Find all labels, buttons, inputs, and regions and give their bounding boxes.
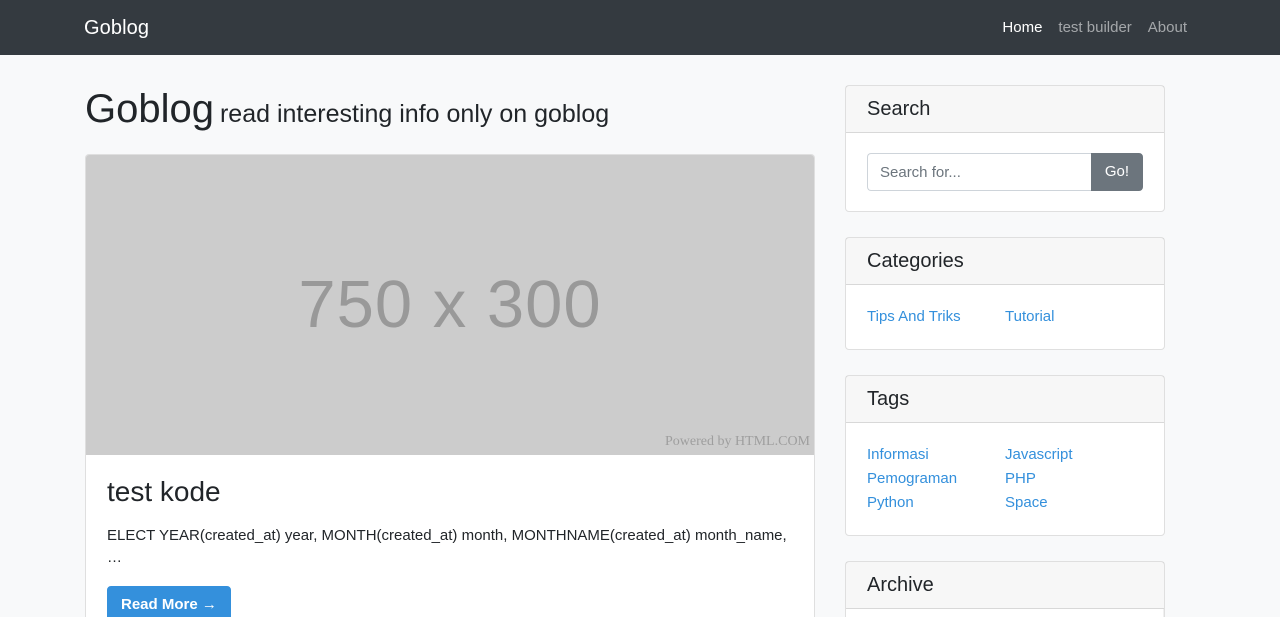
list-item: Tips And Triks xyxy=(867,305,1005,329)
tags-list-right: Javascript PHP Space xyxy=(1005,443,1143,515)
post-title-link[interactable]: test kode xyxy=(107,476,221,507)
archive-panel-title: Archive xyxy=(846,562,1164,609)
page-subtitle: read interesting info only on goblog xyxy=(219,100,610,128)
categories-column-left: Tips And Triks xyxy=(867,305,1005,329)
brand-logo[interactable]: Goblog xyxy=(84,18,149,38)
nav-link-home[interactable]: Home xyxy=(994,20,1050,35)
tag-link-pemograman[interactable]: Pemograman xyxy=(867,468,957,491)
main-column: Goblog read interesting info only on gobl… xyxy=(85,55,815,617)
tags-column-right: Javascript PHP Space xyxy=(1005,443,1143,515)
post-title: test kode xyxy=(107,475,793,509)
tag-link-javascript[interactable]: Javascript xyxy=(1005,444,1073,467)
archive-column-left xyxy=(846,609,1164,617)
archive-panel: Archive xyxy=(845,561,1165,617)
list-item: Pemograman xyxy=(867,467,1005,491)
tag-link-python[interactable]: Python xyxy=(867,492,914,515)
post-excerpt: ELECT YEAR(created_at) year, MONTH(creat… xyxy=(107,526,787,567)
post-image-link[interactable]: 750 x 300 Powered by HTML.COM xyxy=(86,155,814,455)
search-panel-body: Go! xyxy=(846,133,1164,211)
tags-row: Informasi Pemograman Python Javascript P… xyxy=(867,443,1143,515)
tag-link-php[interactable]: PHP xyxy=(1005,468,1036,491)
post-card-body: test kode ELECT YEAR(created_at) year, M… xyxy=(86,455,814,617)
categories-list-left: Tips And Triks xyxy=(867,305,1005,329)
category-link-tips-and-triks[interactable]: Tips And Triks xyxy=(867,306,961,329)
archive-panel-body xyxy=(846,609,1164,617)
categories-row: Tips And Triks Tutorial xyxy=(867,305,1143,329)
search-panel-title: Search xyxy=(846,86,1164,133)
tags-list-left: Informasi Pemograman Python xyxy=(867,443,1005,515)
categories-list-right: Tutorial xyxy=(1005,305,1143,329)
page-title-main: Goblog xyxy=(85,87,214,131)
tag-link-informasi[interactable]: Informasi xyxy=(867,444,929,467)
tags-column-left: Informasi Pemograman Python xyxy=(867,443,1005,515)
list-item: Javascript xyxy=(1005,443,1143,467)
list-item: PHP xyxy=(1005,467,1143,491)
category-link-tutorial[interactable]: Tutorial xyxy=(1005,306,1054,329)
search-input-group: Go! xyxy=(867,153,1143,191)
list-item: Informasi xyxy=(867,443,1005,467)
post-card: 750 x 300 Powered by HTML.COM test kode … xyxy=(85,154,815,617)
list-item: Space xyxy=(1005,491,1143,515)
page-container: Goblog read interesting info only on gobl… xyxy=(85,55,1195,617)
list-item: Python xyxy=(867,491,1005,515)
page-title: Goblog read interesting info only on gobl… xyxy=(85,85,815,133)
image-placeholder-credit: Powered by HTML.COM xyxy=(664,434,810,449)
categories-panel-body: Tips And Triks Tutorial xyxy=(846,285,1164,349)
navbar-links: Home test builder About xyxy=(994,20,1195,35)
tag-link-space[interactable]: Space xyxy=(1005,492,1048,515)
nav-link-test-builder[interactable]: test builder xyxy=(1050,20,1139,35)
categories-panel-title: Categories xyxy=(846,238,1164,285)
categories-panel: Categories Tips And Triks Tutorial xyxy=(845,237,1165,350)
search-panel: Search Go! xyxy=(845,85,1165,212)
list-item: Tutorial xyxy=(1005,305,1143,329)
sidebar: Search Go! Categories Tips And Triks xyxy=(815,55,1165,617)
search-input[interactable] xyxy=(867,153,1091,191)
read-more-button[interactable]: Read More → xyxy=(107,585,231,617)
tags-panel-body: Informasi Pemograman Python Javascript P… xyxy=(846,423,1164,535)
tags-panel: Tags Informasi Pemograman Python Javascr… xyxy=(845,375,1165,536)
categories-column-right: Tutorial xyxy=(1005,305,1143,329)
tags-panel-title: Tags xyxy=(846,376,1164,423)
top-navbar: Goblog Home test builder About xyxy=(0,0,1280,55)
image-placeholder-size-label: 750 x 300 xyxy=(298,266,602,342)
nav-link-about[interactable]: About xyxy=(1140,20,1195,35)
search-go-button[interactable]: Go! xyxy=(1090,153,1143,191)
